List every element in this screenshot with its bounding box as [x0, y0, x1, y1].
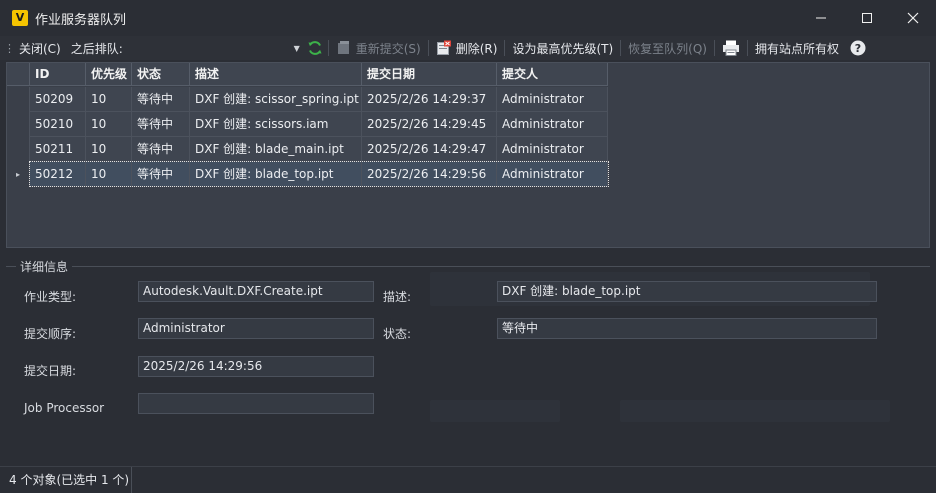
refresh-icon [308, 41, 322, 55]
close-job-button[interactable]: 关闭(C) [14, 36, 66, 60]
window-title: 作业服务器队列 [35, 12, 127, 28]
cell-id: 50209 [30, 87, 86, 112]
title-bar: V 作业服务器队列 [0, 0, 936, 36]
table-row-selected[interactable]: ▸ 50212 10 等待中 DXF 创建: blade_top.ipt 202… [7, 162, 608, 187]
cell-submit-date: 2025/2/26 14:29:47 [362, 137, 497, 162]
column-header-description[interactable]: 描述 [190, 63, 362, 86]
delete-label: 删除(R) [455, 41, 498, 56]
cell-priority: 10 [86, 162, 132, 187]
vault-app-icon: V [12, 10, 28, 26]
cell-submitter: Administrator [497, 162, 608, 187]
cell-status: 等待中 [132, 137, 190, 162]
cell-submitter: Administrator [497, 112, 608, 137]
status-field[interactable]: 等待中 [497, 318, 877, 339]
after-queue-label: 之后排队: [70, 41, 123, 56]
minimize-icon [816, 17, 826, 19]
toolbar-separator [746, 40, 748, 56]
submit-order-label: 提交顺序: [24, 327, 77, 341]
cell-submitter: Administrator [497, 87, 608, 112]
restore-queue-button[interactable]: 恢复至队列(Q) [623, 36, 712, 60]
column-header-priority[interactable]: 优先级 [86, 63, 132, 86]
description-label: 描述: [383, 290, 412, 304]
delete-button[interactable]: 删除(R) [431, 36, 503, 60]
toolbar-grip[interactable]: ⋮ [4, 43, 15, 54]
details-group: 详细信息 作业类型: Autodesk.Vault.DXF.Create.ipt… [6, 258, 930, 464]
cell-description: DXF 创建: blade_top.ipt [190, 162, 362, 187]
status-text: 4 个对象(已选中 1 个) [0, 466, 132, 493]
maximize-button[interactable] [844, 0, 890, 36]
status-bar: 4 个对象(已选中 1 个) [0, 466, 936, 493]
cell-priority: 10 [86, 137, 132, 162]
own-all-sites-button[interactable]: 拥有站点所有权 [750, 36, 844, 60]
cell-id: 50210 [30, 112, 86, 137]
job-type-field[interactable]: Autodesk.Vault.DXF.Create.ipt [138, 281, 374, 302]
close-button[interactable] [890, 0, 936, 36]
toolbar-separator [620, 40, 622, 56]
table-row[interactable]: 50209 10 等待中 DXF 创建: scissor_spring.ipt … [7, 87, 608, 112]
submit-date-field[interactable]: 2025/2/26 14:29:56 [138, 356, 374, 377]
table-row[interactable]: 50211 10 等待中 DXF 创建: blade_main.ipt 2025… [7, 137, 608, 162]
row-header[interactable] [7, 112, 30, 137]
minimize-button[interactable] [798, 0, 844, 36]
toolbar-separator [327, 40, 329, 56]
cell-submit-date: 2025/2/26 14:29:45 [362, 112, 497, 137]
cell-id: 50211 [30, 137, 86, 162]
toolbar-separator [427, 40, 429, 56]
cell-description: DXF 创建: blade_main.ipt [190, 137, 362, 162]
delete-icon [436, 40, 451, 55]
set-highest-priority-button[interactable]: 设为最高优先级(T) [507, 36, 618, 60]
row-header[interactable] [7, 87, 30, 112]
cell-status: 等待中 [132, 87, 190, 112]
column-header-submit-date[interactable]: 提交日期 [362, 63, 497, 86]
submit-date-label: 提交日期: [24, 364, 77, 378]
details-legend: 详细信息 [16, 258, 73, 275]
resubmit-button[interactable]: 重新提交(S) [331, 36, 426, 60]
chevron-down-icon: ▼ [293, 43, 300, 53]
cell-submit-date: 2025/2/26 14:29:56 [362, 162, 497, 187]
maximize-icon [862, 13, 872, 23]
row-header[interactable] [7, 137, 30, 162]
print-button[interactable] [717, 36, 745, 60]
after-queue-dropdown[interactable]: 之后排队: ▼ [66, 36, 304, 60]
column-header-id[interactable]: ID [30, 63, 86, 86]
cell-status: 等待中 [132, 112, 190, 137]
column-header-status[interactable]: 状态 [132, 63, 190, 86]
resubmit-label: 重新提交(S) [355, 41, 421, 56]
status-label: 状态: [383, 327, 412, 341]
print-icon [722, 40, 739, 56]
refresh-button[interactable] [304, 36, 326, 60]
cell-description: DXF 创建: scissor_spring.ipt [190, 87, 362, 112]
column-header-submitter[interactable]: 提交人 [497, 63, 608, 86]
submit-order-field[interactable]: Administrator [138, 318, 374, 339]
toolbar: ⋮ 关闭(C) 之后排队: ▼ 重新提交(S) 删除(R) 设为最高优先级(T)… [0, 36, 936, 60]
row-pointer-icon[interactable]: ▸ [7, 162, 30, 187]
grid-header: ID 优先级 状态 描述 提交日期 提交人 [7, 63, 608, 86]
table-row[interactable]: 50210 10 等待中 DXF 创建: scissors.iam 2025/2… [7, 112, 608, 137]
description-field[interactable]: DXF 创建: blade_top.ipt [497, 281, 877, 302]
cell-id: 50212 [30, 162, 86, 187]
cell-priority: 10 [86, 87, 132, 112]
job-processor-label: Job Processor [24, 401, 105, 415]
svg-text:?: ? [855, 42, 861, 55]
grid-rows: 50209 10 等待中 DXF 创建: scissor_spring.ipt … [7, 87, 608, 187]
cell-submit-date: 2025/2/26 14:29:37 [362, 87, 497, 112]
job-queue-grid: ID 优先级 状态 描述 提交日期 提交人 50209 10 等待中 DXF 创… [6, 62, 930, 248]
resubmit-icon [337, 41, 349, 54]
cell-priority: 10 [86, 112, 132, 137]
details-divider [6, 266, 930, 267]
cell-status: 等待中 [132, 162, 190, 187]
row-header-corner [7, 63, 30, 86]
cell-submitter: Administrator [497, 137, 608, 162]
cell-description: DXF 创建: scissors.iam [190, 112, 362, 137]
toolbar-separator [713, 40, 715, 56]
close-icon [907, 12, 919, 24]
job-type-label: 作业类型: [24, 290, 77, 304]
toolbar-separator [504, 40, 506, 56]
help-button[interactable]: ? [844, 36, 872, 60]
job-processor-field[interactable] [138, 393, 374, 414]
help-icon: ? [850, 40, 866, 56]
